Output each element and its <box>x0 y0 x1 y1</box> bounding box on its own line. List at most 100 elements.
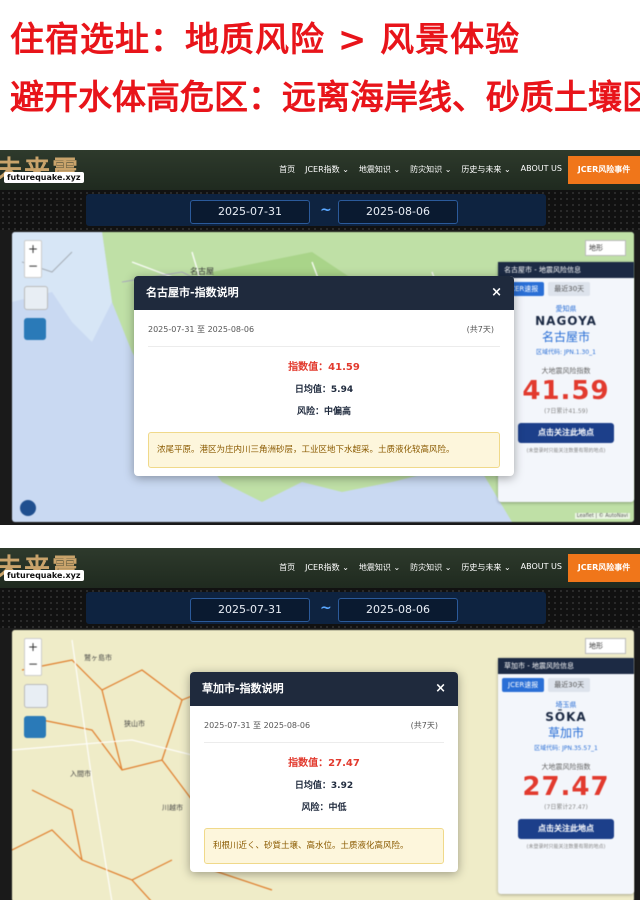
modal-index-value: 指数值：27.47 <box>288 758 360 769</box>
nav-item-jcer-index[interactable]: JCER指数 ⌄ <box>305 562 349 573</box>
date-range-band: 2025-07-31 ~ 2025-08-06 <box>86 592 546 624</box>
prefecture-label: 愛知県 <box>555 305 577 313</box>
panel-tabs: JCER速报 最近30天 <box>498 674 634 696</box>
follow-note: (未登录时只能关注数量有限的地点) <box>526 448 606 454</box>
nav-item-history-future[interactable]: 历史与未来 ⌄ <box>461 164 510 175</box>
date-to-input[interactable]: 2025-08-06 <box>338 200 458 224</box>
index-explanation-modal: 名古屋市-指数说明 × 2025-07-31 至 2025-08-06 (共7天… <box>134 276 514 476</box>
svg-text:入間市: 入間市 <box>70 769 91 778</box>
follow-location-button[interactable]: 点击关注此地点 <box>518 423 614 443</box>
layers-icon[interactable] <box>24 684 48 708</box>
date-from-input[interactable]: 2025-07-31 <box>190 598 310 622</box>
modal-divider <box>204 742 444 743</box>
date-range-bar: 2025-07-31 ~ 2025-08-06 <box>0 190 640 230</box>
date-to-input[interactable]: 2025-08-06 <box>338 598 458 622</box>
nav-item-jcer-index[interactable]: JCER指数 ⌄ <box>305 164 349 175</box>
modal-index-value: 指数值：41.59 <box>288 362 360 373</box>
panel-header: 名古屋市 - 地震风险信息 <box>498 262 634 278</box>
risk-events-button[interactable]: JCER风险事件 <box>568 554 640 582</box>
map-style-select[interactable]: 地形 <box>585 638 626 654</box>
risk-index-value: 27.47 <box>522 772 610 802</box>
info-icon[interactable] <box>20 500 36 516</box>
risk-events-button[interactable]: JCER风险事件 <box>568 156 640 184</box>
screenshot-nagoya: 未来震見 futurequake.xyz 首页 JCER指数 ⌄ 地震知识 ⌄ … <box>0 150 640 525</box>
modal-daily-average: 日均值：5.94 <box>294 385 354 395</box>
city-name-en: SŌKA <box>545 710 587 724</box>
modal-geology-note: 浓尾平原。港区为庄内川三角洲砂层，工业区地下水超采。土质液化较高风险。 <box>148 432 500 468</box>
map-style-select[interactable]: 地形 <box>585 240 626 256</box>
tab-recent[interactable]: 最近30天 <box>548 282 591 296</box>
map-legend-icon[interactable] <box>24 318 46 340</box>
svg-text:鷲ヶ島市: 鷲ヶ島市 <box>84 653 112 662</box>
date-range-separator: ~ <box>320 202 332 218</box>
tab-recent[interactable]: 最近30天 <box>548 678 591 692</box>
nav-item-disaster-prevention[interactable]: 防灾知识 ⌄ <box>410 562 451 573</box>
svg-text:川越市: 川越市 <box>162 803 183 812</box>
title-banner: 住宿选址：地质风险 > 风景体验 避开水体高危区：远离海岸线、砂质土壤区 <box>0 0 640 145</box>
follow-location-button[interactable]: 点击关注此地点 <box>518 819 614 839</box>
layers-icon[interactable] <box>24 286 48 310</box>
prefecture-label: 埼玉県 <box>555 701 577 709</box>
banner-line-2: 避开水体高危区：远离海岸线、砂质土壤区 <box>10 78 640 118</box>
nav-item-history-future[interactable]: 历史与未来 ⌄ <box>461 562 510 573</box>
nav-item-about[interactable]: ABOUT US <box>521 164 562 175</box>
city-name-en: NAGOYA <box>535 314 597 328</box>
modal-daily-average: 日均值：3.92 <box>294 781 354 791</box>
risk-index-label: 大地震风险指数 <box>541 367 591 375</box>
modal-date-range: 2025-07-31 至 2025-08-06 <box>204 721 311 730</box>
nav-item-quake-knowledge[interactable]: 地震知识 ⌄ <box>359 164 400 175</box>
modal-risk-level: 风险：中低 <box>301 803 347 813</box>
top-nav: 未来震見 futurequake.xyz 首页 JCER指数 ⌄ 地震知识 ⌄ … <box>0 548 640 621</box>
region-code[interactable]: 区域代码: JPN.35.57_1 <box>498 743 634 752</box>
risk-index-label: 大地震风险指数 <box>541 763 591 771</box>
modal-divider <box>148 346 500 347</box>
modal-day-count: (共7天) <box>410 721 438 730</box>
nav-item-about[interactable]: ABOUT US <box>521 562 562 573</box>
panel-header: 草加市 - 地震风险信息 <box>498 658 634 674</box>
close-icon[interactable]: × <box>491 276 502 310</box>
modal-title: 名古屋市-指数说明 <box>146 286 239 299</box>
modal-risk-level: 风险：中偏高 <box>296 407 351 417</box>
risk-index-value: 41.59 <box>522 376 610 406</box>
date-from-input[interactable]: 2025-07-31 <box>190 200 310 224</box>
risk-index-subtext: (7日累计41.59) <box>544 408 588 415</box>
nav-item-disaster-prevention[interactable]: 防灾知识 ⌄ <box>410 164 451 175</box>
risk-index-subtext: (7日累计27.47) <box>544 804 588 811</box>
svg-text:名古屋: 名古屋 <box>190 266 214 276</box>
banner-line-1: 住宿选址：地质风险 > 风景体验 <box>10 20 521 60</box>
nav-item-home[interactable]: 首页 <box>279 562 295 573</box>
svg-text:狭山市: 狭山市 <box>124 719 145 728</box>
index-explanation-modal: 草加市-指数说明 × 2025-07-31 至 2025-08-06 (共7天)… <box>190 672 458 872</box>
modal-day-count: (共7天) <box>466 325 494 334</box>
map-attribution: Leaflet | © AutoNavi <box>574 513 630 519</box>
zoom-control[interactable]: + − <box>24 638 42 676</box>
screenshot-soka: 未来震見 futurequake.xyz 首页 JCER指数 ⌄ 地震知识 ⌄ … <box>0 548 640 900</box>
top-nav: 未来震見 futurequake.xyz 首页 JCER指数 ⌄ 地震知识 ⌄ … <box>0 150 640 223</box>
tab-jcer[interactable]: JCER速报 <box>502 678 545 692</box>
nav-menu: 首页 JCER指数 ⌄ 地震知识 ⌄ 防灾知识 ⌄ 历史与未来 ⌄ ABOUT … <box>279 164 562 175</box>
modal-header: 名古屋市-指数说明 × <box>134 276 514 310</box>
nav-item-home[interactable]: 首页 <box>279 164 295 175</box>
date-range-bar: 2025-07-31 ~ 2025-08-06 <box>0 588 640 628</box>
map-legend-icon[interactable] <box>24 716 46 738</box>
site-logo[interactable]: 未来震見 futurequake.xyz <box>0 152 100 223</box>
nav-menu: 首页 JCER指数 ⌄ 地震知识 ⌄ 防灾知识 ⌄ 历史与未来 ⌄ ABOUT … <box>279 562 562 573</box>
logo-domain: futurequake.xyz <box>4 172 84 183</box>
logo-domain: futurequake.xyz <box>4 570 84 581</box>
zoom-control[interactable]: + − <box>24 240 42 278</box>
city-name-ja: 草加市 <box>547 726 584 740</box>
city-name-ja: 名古屋市 <box>541 330 590 344</box>
modal-geology-note: 利根川近く、砂質土壌、高水位。土质液化高风险。 <box>204 828 444 864</box>
panel-tabs: JCER速报 最近30天 <box>498 278 634 300</box>
date-range-band: 2025-07-31 ~ 2025-08-06 <box>86 194 546 226</box>
close-icon[interactable]: × <box>435 672 446 706</box>
modal-title: 草加市-指数说明 <box>202 682 284 695</box>
region-code[interactable]: 区域代码: JPN.1.30_1 <box>498 347 634 356</box>
date-range-separator: ~ <box>320 600 332 616</box>
location-info-panel: 名古屋市 - 地震风险信息 JCER速报 最近30天 愛知県 NAGOYA 名古… <box>498 262 634 502</box>
modal-date-range: 2025-07-31 至 2025-08-06 <box>148 325 255 334</box>
site-logo[interactable]: 未来震見 futurequake.xyz <box>0 550 100 621</box>
nav-item-quake-knowledge[interactable]: 地震知识 ⌄ <box>359 562 400 573</box>
modal-header: 草加市-指数说明 × <box>190 672 458 706</box>
location-info-panel: 草加市 - 地震风险信息 JCER速报 最近30天 埼玉県 SŌKA 草加市 区… <box>498 658 634 894</box>
